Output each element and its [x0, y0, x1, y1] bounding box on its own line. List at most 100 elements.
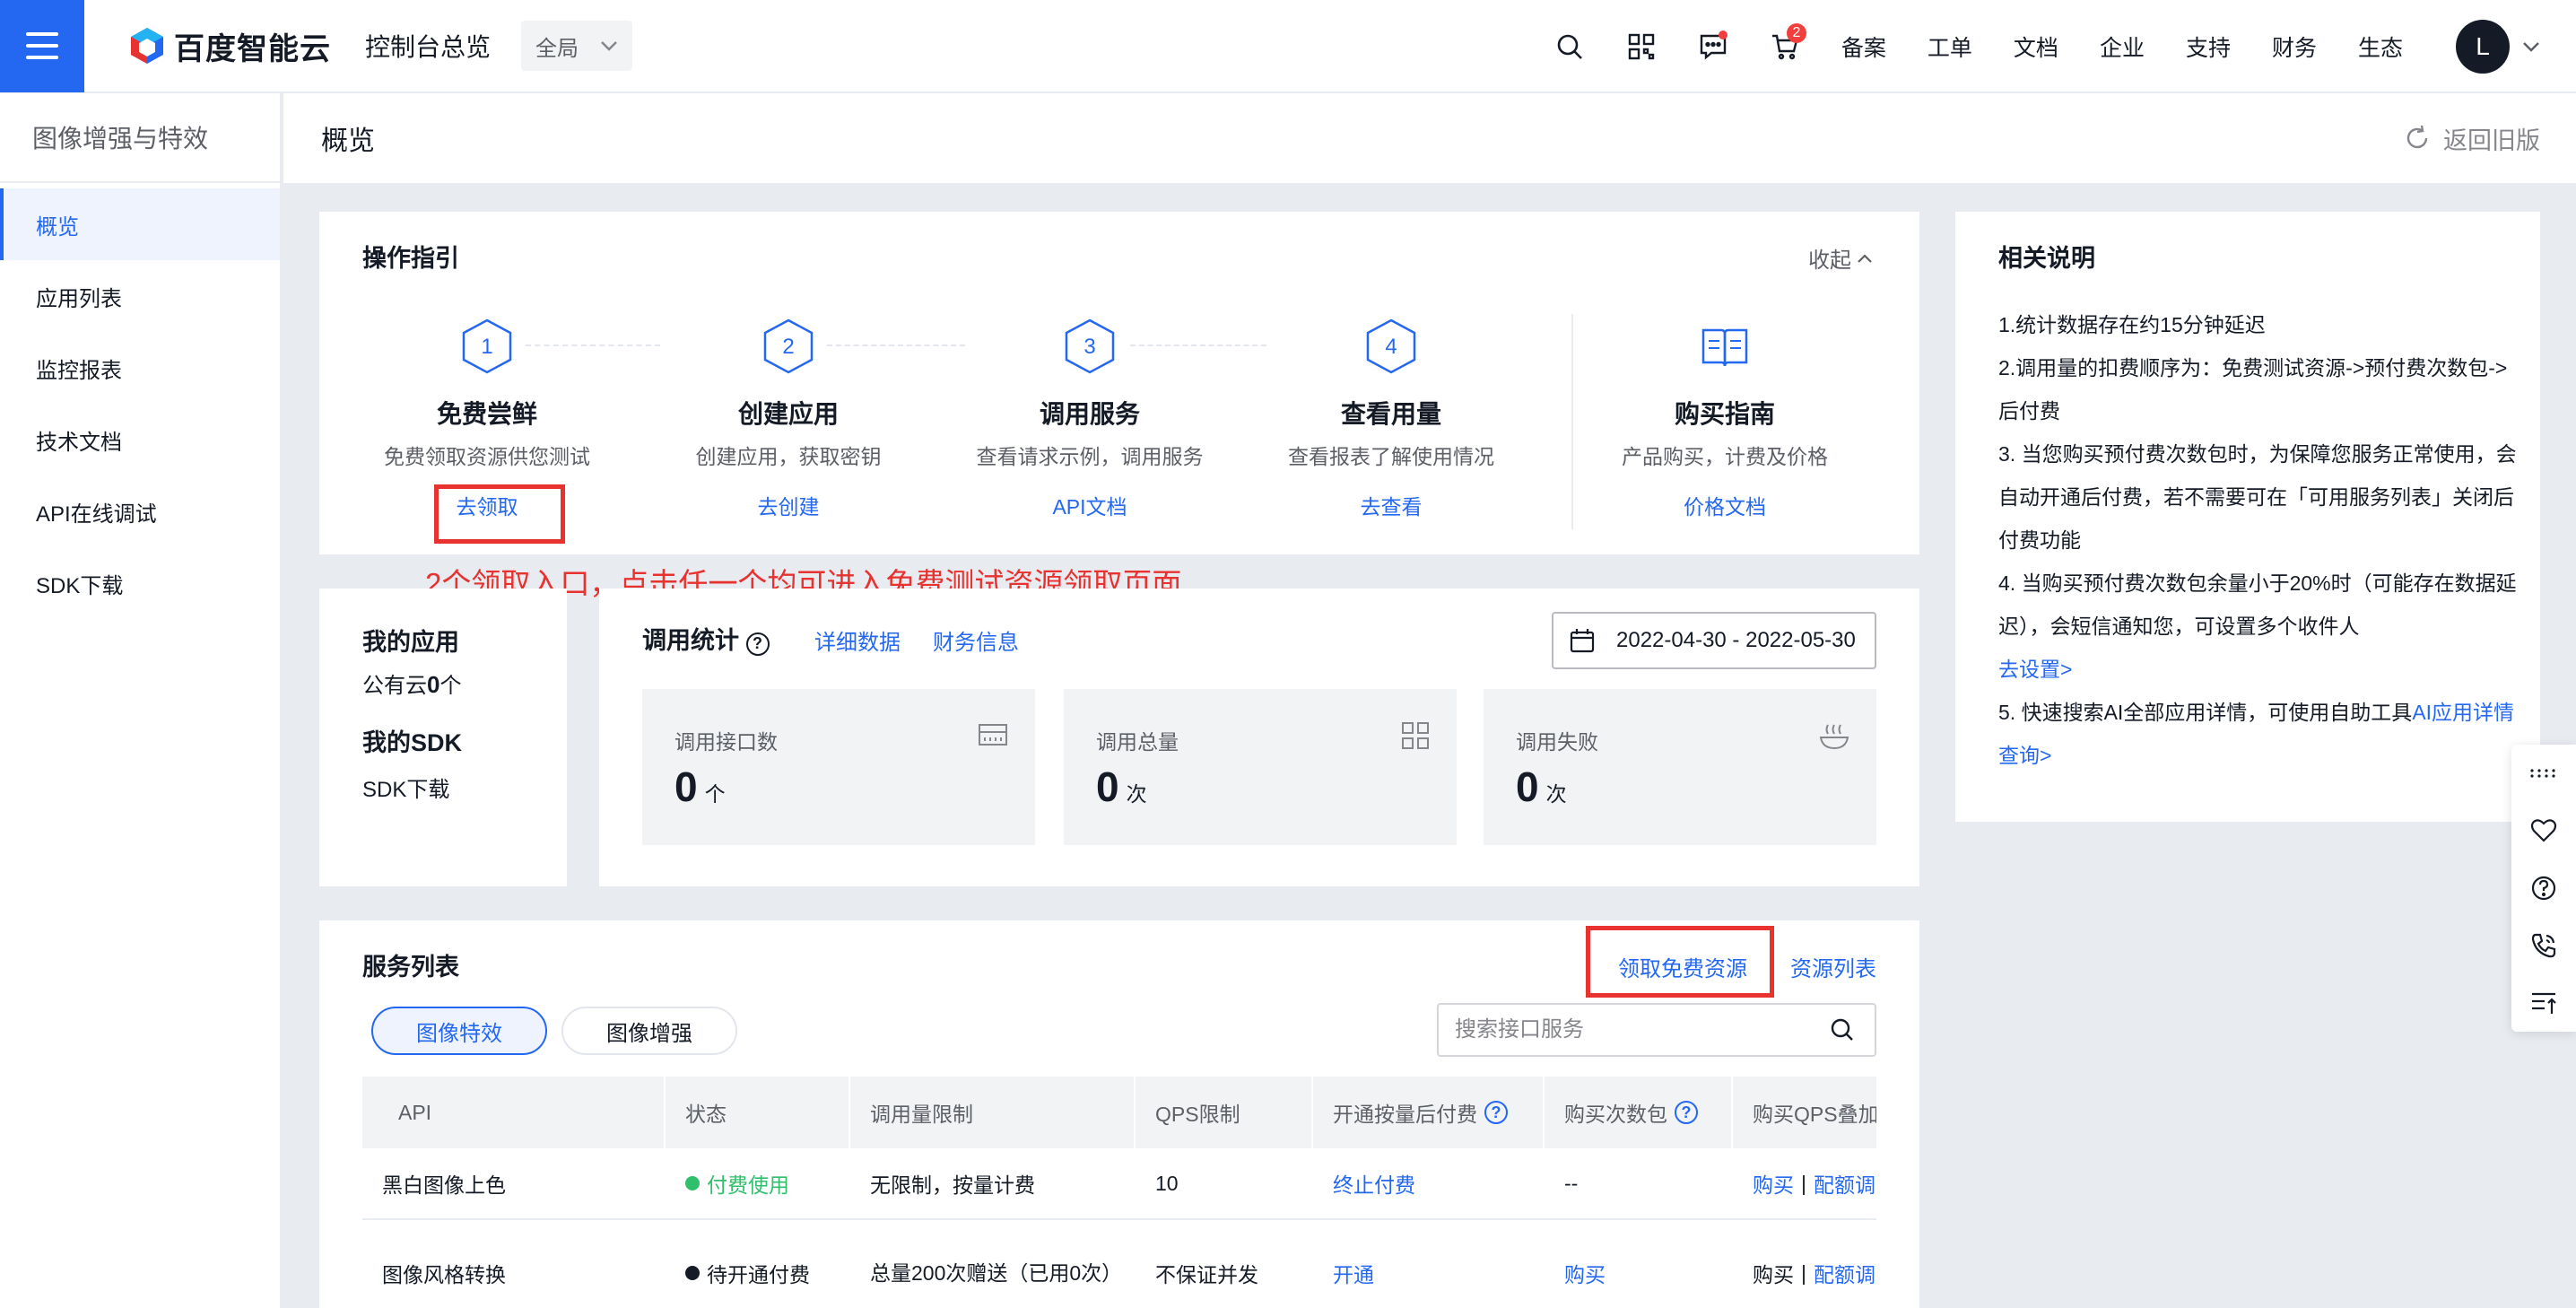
resource-list-link[interactable]: 资源列表 — [1790, 951, 1876, 982]
nav-link-ticket[interactable]: 工单 — [1928, 31, 1972, 63]
scope-value: 全局 — [535, 36, 579, 61]
sidebar: 图像增强与特效 概览 应用列表 监控报表 技术文档 API在线调试 SDK下载 — [0, 93, 282, 1308]
step-number-icon: 2 — [763, 318, 814, 374]
column-header: QPS限制 — [1136, 1077, 1313, 1148]
column-header: API — [362, 1077, 666, 1148]
phone-icon[interactable] — [2511, 917, 2576, 974]
avatar[interactable]: L — [2456, 20, 2510, 74]
notes-title: 相关说明 — [1998, 245, 2095, 272]
console-title[interactable]: 控制台总览 — [365, 28, 491, 64]
message-icon[interactable] — [1677, 0, 1749, 93]
settings-link[interactable]: 去设置> — [1998, 658, 2072, 681]
calendar-icon — [1570, 629, 1595, 653]
stat-unit: 次 — [1126, 782, 1147, 806]
guide-title: 操作指引 — [362, 245, 459, 272]
scope-select[interactable]: 全局 — [521, 21, 633, 71]
api-doc-link[interactable]: API文档 — [1052, 490, 1127, 520]
nav-link-beian[interactable]: 备案 — [1841, 31, 1886, 63]
stop-payment-link[interactable]: 终止付费 — [1313, 1148, 1545, 1218]
top-bar: 百度智能云 控制台总览 全局 2 备案 工单 文档 企业 支持 财务 生态 L — [0, 0, 2576, 93]
nav-link-enterprise[interactable]: 企业 — [2100, 31, 2145, 63]
page-title: 概览 — [321, 126, 375, 156]
sidebar-item-api-debug[interactable]: API在线调试 — [0, 475, 280, 547]
step-name: 创建应用 — [737, 400, 839, 428]
my-app-card: 我的应用 公有云0个 我的SDK SDK下载 — [319, 589, 567, 886]
brand-mark-icon — [131, 28, 163, 64]
detail-data-link[interactable]: 详细数据 — [814, 624, 901, 656]
note-item: 3. 当您购买预付费次数包时，为保障您服务正常使用，会自动开通后付费，若不需要可… — [1998, 442, 2517, 552]
create-app-link[interactable]: 去创建 — [758, 490, 820, 520]
note-item: 5. 快速搜索AI全部应用详情，可使用自助工具 — [1998, 701, 2413, 724]
nav-link-support[interactable]: 支持 — [2186, 31, 2231, 63]
cell-status: 待开通付费 — [666, 1220, 850, 1308]
chevron-down-icon[interactable] — [2522, 41, 2540, 52]
stat-box-total: 调用总量 0次 — [1064, 689, 1457, 845]
note-item: 2.调用量的扣费顺序为：免费测试资源->预付费次数包->后付费 — [1998, 356, 2508, 423]
date-range-value: 2022-04-30 - 2022-05-30 — [1616, 628, 1856, 652]
menu-icon[interactable] — [0, 0, 84, 92]
cart-icon[interactable]: 2 — [1749, 0, 1821, 93]
brand-logo[interactable]: 百度智能云 — [129, 24, 331, 68]
step-number-icon: 4 — [1366, 318, 1416, 374]
step-desc: 免费领取资源供您测试 — [384, 445, 590, 468]
cell-status: 付费使用 — [666, 1148, 850, 1218]
stat-value: 0 — [1096, 763, 1119, 810]
drag-handle-icon[interactable] — [2511, 745, 2576, 802]
stat-unit: 个 — [704, 782, 726, 806]
sidebar-item-sdk[interactable]: SDK下载 — [0, 547, 280, 619]
buy-link[interactable]: 购买 — [1753, 1168, 1794, 1199]
back-old-version-button[interactable]: 返回旧版 — [2404, 93, 2540, 183]
search-input[interactable] — [1455, 1017, 1830, 1042]
book-icon — [1701, 328, 1748, 367]
help-icon[interactable]: ? — [745, 632, 770, 656]
help-icon[interactable]: ? — [1675, 1101, 1698, 1124]
help-icon[interactable]: ? — [1484, 1101, 1508, 1124]
tab-image-enhance[interactable]: 图像增强 — [561, 1007, 737, 1055]
view-usage-link[interactable]: 去查看 — [1361, 490, 1423, 520]
chevron-up-icon — [1858, 253, 1872, 263]
sidebar-item-overview[interactable]: 概览 — [0, 188, 280, 260]
floating-toolbar — [2511, 745, 2576, 1032]
notes-body: 1.统计数据存在约15分钟延迟 2.调用量的扣费顺序为：免费测试资源->预付费次… — [1998, 303, 2519, 777]
search-icon[interactable] — [1534, 0, 1606, 93]
buy-pack-link[interactable]: 购买 — [1545, 1220, 1733, 1308]
brand-name: 百度智能云 — [174, 31, 331, 66]
stat-label: 调用接口数 — [674, 730, 778, 754]
column-header: 购买QPS叠加包 — [1753, 1103, 1876, 1126]
enable-postpay-link[interactable]: 开通 — [1313, 1220, 1545, 1308]
stat-value: 0 — [1516, 763, 1539, 810]
nav-link-ecosystem[interactable]: 生态 — [2358, 31, 2403, 63]
price-doc-link[interactable]: 价格文档 — [1684, 490, 1766, 520]
step-desc: 查看请求示例，调用服务 — [976, 445, 1204, 468]
quota-link[interactable]: 配额调整 — [1814, 1258, 1876, 1288]
tab-image-effects[interactable]: 图像特效 — [371, 1007, 547, 1055]
quota-link[interactable]: 配额调整 — [1814, 1168, 1876, 1199]
sidebar-item-apps[interactable]: 应用列表 — [0, 260, 280, 332]
services-title: 服务列表 — [362, 954, 459, 981]
column-header: 状态 — [666, 1077, 850, 1148]
collapse-button[interactable]: 收起 — [1808, 242, 1873, 274]
help-icon[interactable] — [2511, 859, 2576, 917]
stats-title: 调用统计 ? — [642, 621, 770, 656]
nav-link-docs[interactable]: 文档 — [2014, 31, 2058, 63]
cell-limit: 无限制，按量计费 — [870, 1173, 1035, 1197]
date-range-picker[interactable]: 2022-04-30 - 2022-05-30 — [1552, 612, 1876, 669]
stat-unit: 次 — [1545, 782, 1567, 806]
call-stats-card: 调用统计 ? 详细数据 财务信息 2022-04-30 - 2022-05-30… — [599, 589, 1919, 886]
back-to-top-icon[interactable] — [2511, 974, 2576, 1032]
qrcode-icon[interactable] — [1606, 0, 1677, 93]
sidebar-title: 图像增强与特效 — [0, 93, 280, 183]
search-icon[interactable] — [1830, 1017, 1855, 1042]
service-table: API 状态 调用量限制 QPS限制 开通按量后付费? 购买次数包? 购买QPS… — [362, 1077, 1876, 1308]
sdk-download-link[interactable]: SDK下载 — [362, 772, 449, 803]
finance-info-link[interactable]: 财务信息 — [933, 624, 1019, 656]
nav-link-finance[interactable]: 财务 — [2272, 31, 2317, 63]
sidebar-item-docs[interactable]: 技术文档 — [0, 404, 280, 475]
related-notes-card: 相关说明 1.统计数据存在约15分钟延迟 2.调用量的扣费顺序为：免费测试资源-… — [1955, 212, 2540, 822]
status-dot-icon — [685, 1176, 700, 1190]
favorite-icon[interactable] — [2511, 802, 2576, 859]
cell-limit: 总量200次赠送（已用0次） — [870, 1261, 1123, 1285]
sidebar-item-monitor[interactable]: 监控报表 — [0, 332, 280, 404]
buy-link[interactable]: 购买 — [1753, 1258, 1794, 1288]
cell-api: 黑白图像上色 — [382, 1173, 506, 1197]
